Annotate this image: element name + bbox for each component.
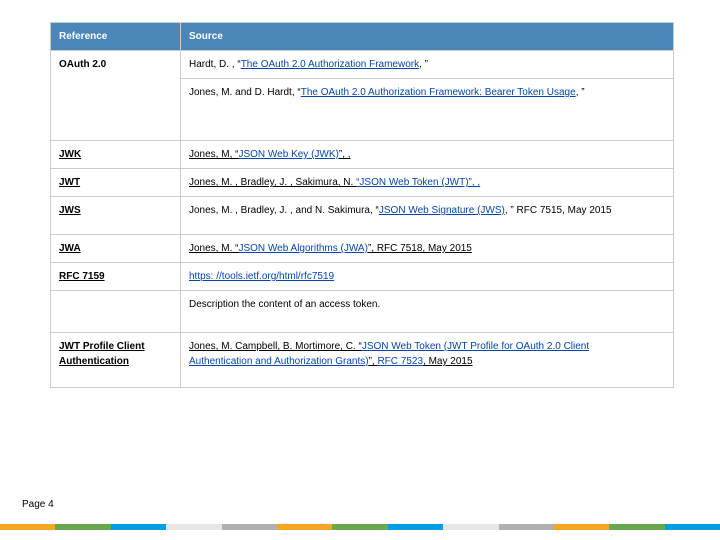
text: , ”: [576, 87, 585, 98]
link-jwt-profile-b[interactable]: Authentication and Authorization Grants): [189, 356, 369, 367]
row-jwt-profile: JWT Profile Client Authentication Jones,…: [51, 333, 674, 388]
row-oauth: OAuth 2.0 Hardt, D. , “The OAuth 2.0 Aut…: [51, 51, 674, 79]
row-description: Description the content of an access tok…: [51, 291, 674, 333]
ref-rfc7159: RFC 7159: [51, 263, 181, 291]
text: , ” RFC 7515, May 2015: [505, 205, 612, 216]
src-jwt-profile: Jones, M. Campbell, B. Mortimore, C. “JS…: [181, 333, 674, 388]
text: Authentication: [59, 356, 129, 367]
row-rfc7159: RFC 7159 https: //tools.ietf.org/html/rf…: [51, 263, 674, 291]
text: Hardt, D. , “: [189, 59, 241, 70]
link-jwt-profile[interactable]: JSON Web Token (JWT Profile for OAuth 2.…: [362, 341, 589, 352]
stripe-seg: [499, 524, 554, 530]
link-jwk[interactable]: JSON Web Key (JWK): [238, 149, 338, 160]
references-table: Reference Source OAuth 2.0 Hardt, D. , “…: [50, 22, 674, 388]
ref-oauth: OAuth 2.0: [51, 51, 181, 141]
ref-jwa: JWA: [51, 235, 181, 263]
text: Jones, M. “: [189, 243, 238, 254]
link-oauth-framework[interactable]: The OAuth 2.0 Authorization Framework: [241, 59, 419, 70]
row-jws: JWS Jones, M. , Bradley, J. , and N. Sak…: [51, 197, 674, 235]
page-number: Page 4: [22, 499, 54, 510]
stripe-seg: [443, 524, 498, 530]
row-jwk: JWK Jones, M, “JSON Web Key (JWK)”, ,: [51, 141, 674, 169]
stripe-seg: [388, 524, 443, 530]
text: Jones, M. , Bradley, J. , Sakimura, N.: [189, 177, 356, 188]
ref-empty: [51, 291, 181, 333]
link-jwa[interactable]: JSON Web Algorithms (JWA): [238, 243, 367, 254]
stripe-seg: [166, 524, 221, 530]
text: ”, RFC 7518, May 2015: [368, 243, 472, 254]
src-oauth-2: Jones, M. and D. Hardt, “The OAuth 2.0 A…: [181, 79, 674, 141]
stripe-seg: [222, 524, 277, 530]
link-jws[interactable]: JSON Web Signature (JWS): [379, 205, 505, 216]
link-oauth-bearer[interactable]: The OAuth 2.0 Authorization Framework: B…: [301, 87, 576, 98]
src-oauth-1: Hardt, D. , “The OAuth 2.0 Authorization…: [181, 51, 674, 79]
src-jws: Jones, M. , Bradley, J. , and N. Sakimur…: [181, 197, 674, 235]
text: , May 2015: [423, 356, 472, 367]
text: ”, ,: [339, 149, 351, 160]
ref-jwt: JWT: [51, 169, 181, 197]
col-source: Source: [181, 23, 674, 51]
src-rfc7159: https: //tools.ietf.org/html/rfc7519: [181, 263, 674, 291]
ref-jwt-profile: JWT Profile Client Authentication: [51, 333, 181, 388]
ref-jws: JWS: [51, 197, 181, 235]
stripe-seg: [665, 524, 720, 530]
text: Jones, M. and D. Hardt, “: [189, 87, 301, 98]
text: Jones, M, “: [189, 149, 238, 160]
text: Jones, M. Campbell, B. Mortimore, C. “: [189, 341, 362, 352]
link-rfc7159[interactable]: https: //tools.ietf.org/html/rfc7519: [189, 271, 334, 282]
link-jwt[interactable]: “JSON Web Token (JWT)”, ,: [356, 177, 480, 188]
row-jwa: JWA Jones, M. “JSON Web Algorithms (JWA)…: [51, 235, 674, 263]
src-description: Description the content of an access tok…: [181, 291, 674, 333]
row-jwt: JWT Jones, M. , Bradley, J. , Sakimura, …: [51, 169, 674, 197]
stripe-seg: [609, 524, 664, 530]
src-jwa: Jones, M. “JSON Web Algorithms (JWA)”, R…: [181, 235, 674, 263]
stripe-seg: [0, 524, 55, 530]
link-rfc7523[interactable]: RFC 7523: [377, 356, 423, 367]
text: JWT Profile Client: [59, 341, 145, 352]
stripe-seg: [55, 524, 110, 530]
footer-stripe: [0, 524, 720, 530]
ref-jwk: JWK: [51, 141, 181, 169]
src-jwt: Jones, M. , Bradley, J. , Sakimura, N. “…: [181, 169, 674, 197]
stripe-seg: [332, 524, 387, 530]
text: , ”: [419, 59, 428, 70]
stripe-seg: [111, 524, 166, 530]
stripe-seg: [277, 524, 332, 530]
text: Jones, M. , Bradley, J. , and N. Sakimur…: [189, 205, 379, 216]
col-reference: Reference: [51, 23, 181, 51]
table-header-row: Reference Source: [51, 23, 674, 51]
stripe-seg: [554, 524, 609, 530]
src-jwk: Jones, M, “JSON Web Key (JWK)”, ,: [181, 141, 674, 169]
